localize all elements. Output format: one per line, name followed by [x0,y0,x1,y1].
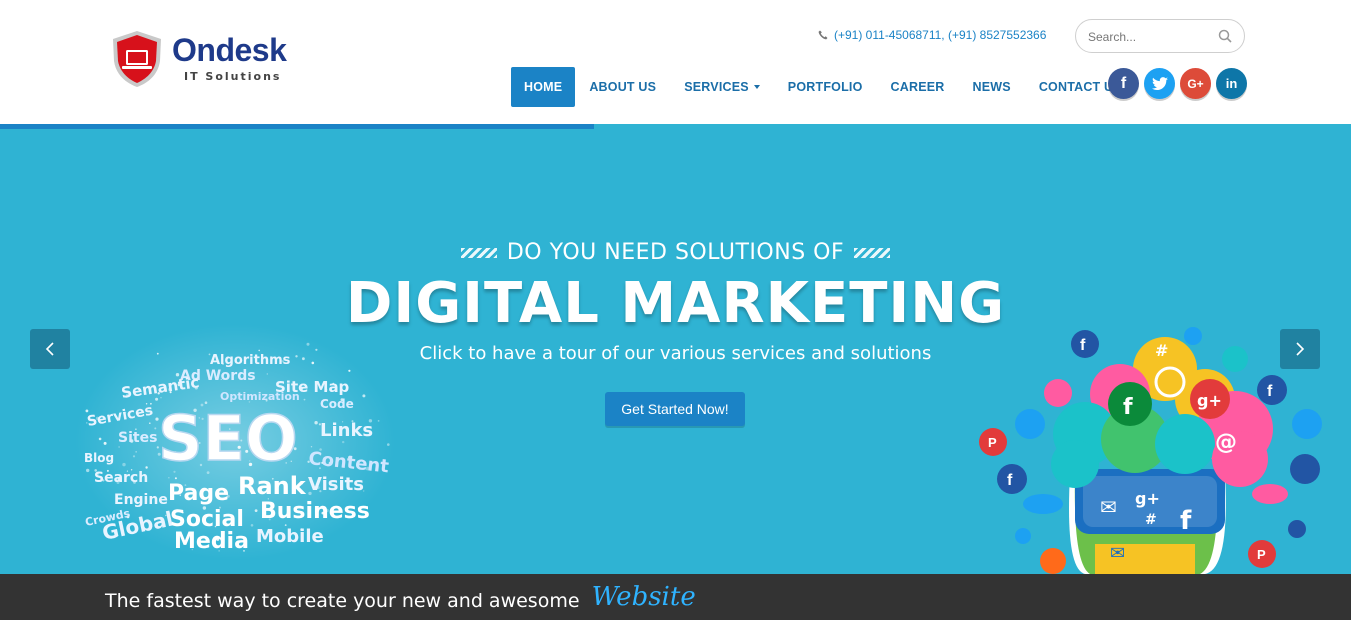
sparkle-dot [342,440,345,444]
sparkle-dot [118,446,120,448]
seo-word: Links [320,420,373,441]
phone-icon [818,30,828,40]
svg-text:✉: ✉ [1100,495,1117,519]
get-started-button[interactable]: Get Started Now! [605,392,745,426]
sparkle-dot [85,409,89,413]
twitter-bird-icon [1151,76,1168,90]
sparkle-dot [103,441,107,445]
nav-about-us[interactable]: ABOUT US [575,67,670,107]
sparkle-dot [377,420,380,422]
slide-progress-track [0,124,1351,129]
svg-text:P: P [1257,547,1266,562]
search-icon[interactable] [1218,29,1232,43]
sparkle-dot [254,509,258,512]
svg-text:f: f [1123,395,1133,420]
sparkle-dot [303,398,306,401]
svg-text:@: @ [1215,430,1237,455]
sparkle-dot [314,421,318,425]
sparkle-dot [266,373,268,375]
sparkle-dot [86,468,90,473]
site-header: Ondesk IT Solutions (+91) 011-45068711, … [0,0,1351,124]
sparkle-dot [135,451,137,453]
nav-portfolio[interactable]: PORTFOLIO [774,67,877,107]
sparkle-dot [387,443,390,446]
seo-word: Engine [114,492,168,508]
seo-word: Search [94,470,148,486]
seo-main-word: SEO [158,402,298,475]
nav-services-label: SERVICES [684,80,749,94]
tagline-bar: The fastest way to create your new and a… [0,574,1351,620]
seo-word: Code [320,397,354,411]
seo-word: Media [174,529,249,554]
linkedin-icon[interactable]: in [1216,68,1247,99]
hero-subtitle[interactable]: Click to have a tour of our various serv… [0,343,1351,364]
sparkle-dot [132,455,136,458]
seo-word: Sites [118,430,157,446]
svg-text:g+: g+ [1197,391,1222,410]
logo-tagline: IT Solutions [184,70,282,83]
hero-title: DIGITAL MARKETING [345,271,1006,336]
sparkle-dot [250,524,254,527]
nav-career[interactable]: CAREER [877,67,959,107]
seo-word: Rank [238,472,307,500]
svg-text:g+: g+ [1135,489,1160,508]
svg-text:#: # [1145,512,1157,528]
seo-word: Visits [308,474,364,495]
sparkle-dot [174,477,177,480]
contact-phone: (+91) 011-45068711, (+91) 8527552366 [818,28,1046,42]
sparkle-dot [168,477,170,479]
nav-home[interactable]: HOME [511,67,576,107]
nav-services[interactable]: SERVICES [670,67,774,107]
sparkle-dot [149,422,151,424]
hero-pretitle: DO YOU NEED SOLUTIONS OF [0,240,1351,265]
seo-word: Business [260,499,370,524]
logo[interactable]: Ondesk IT Solutions [106,28,306,90]
seo-word: Blog [84,451,114,465]
google-plus-icon[interactable]: G+ [1180,68,1211,99]
slider-prev-button[interactable] [30,329,70,369]
sparkle-dot [348,369,351,372]
sparkle-dot [160,397,162,399]
svg-text:✉: ✉ [1110,543,1125,564]
svg-text:P: P [988,435,997,450]
main-nav: HOME ABOUT US SERVICES PORTFOLIO CAREER … [511,67,1136,107]
twitter-icon[interactable] [1144,68,1175,99]
svg-text:f: f [1267,383,1273,400]
shield-logo-icon [113,31,161,87]
sparkle-dot [145,466,148,469]
svg-text:f: f [1007,472,1013,489]
search-input[interactable] [1088,27,1208,47]
stripe-decoration-right [854,247,891,258]
nav-news[interactable]: NEWS [959,67,1025,107]
sparkle-dot [310,446,313,448]
tagline-accent: Website [591,582,696,612]
slide-progress-bar [0,124,594,129]
facebook-icon[interactable]: f [1108,68,1139,99]
sparkle-dot [155,397,159,401]
seo-word: Mobile [256,526,324,547]
stripe-decoration-left [460,247,497,258]
caret-down-icon [753,85,760,89]
sparkle-dot [122,462,126,467]
chevron-left-icon [45,342,54,356]
phone-numbers: (+91) 011-45068711, (+91) 8527552366 [834,28,1047,42]
sparkle-dot [362,394,366,398]
logo-name: Ondesk [172,32,287,68]
hero-pretitle-text: DO YOU NEED SOLUTIONS OF [506,240,845,265]
slider-next-button[interactable] [1280,329,1320,369]
search-box [1075,19,1245,53]
tagline-text: The fastest way to create your new and a… [105,590,580,612]
sparkle-dot [98,437,102,441]
seo-word: Page [168,481,229,506]
hero-slider: Algorithms Ad Words Site Map Semantic Op… [0,124,1351,574]
chevron-right-icon [1296,342,1305,356]
svg-text:f: f [1180,506,1192,536]
tagline: The fastest way to create your new and a… [105,582,696,614]
social-links: f G+ in [1108,68,1247,99]
